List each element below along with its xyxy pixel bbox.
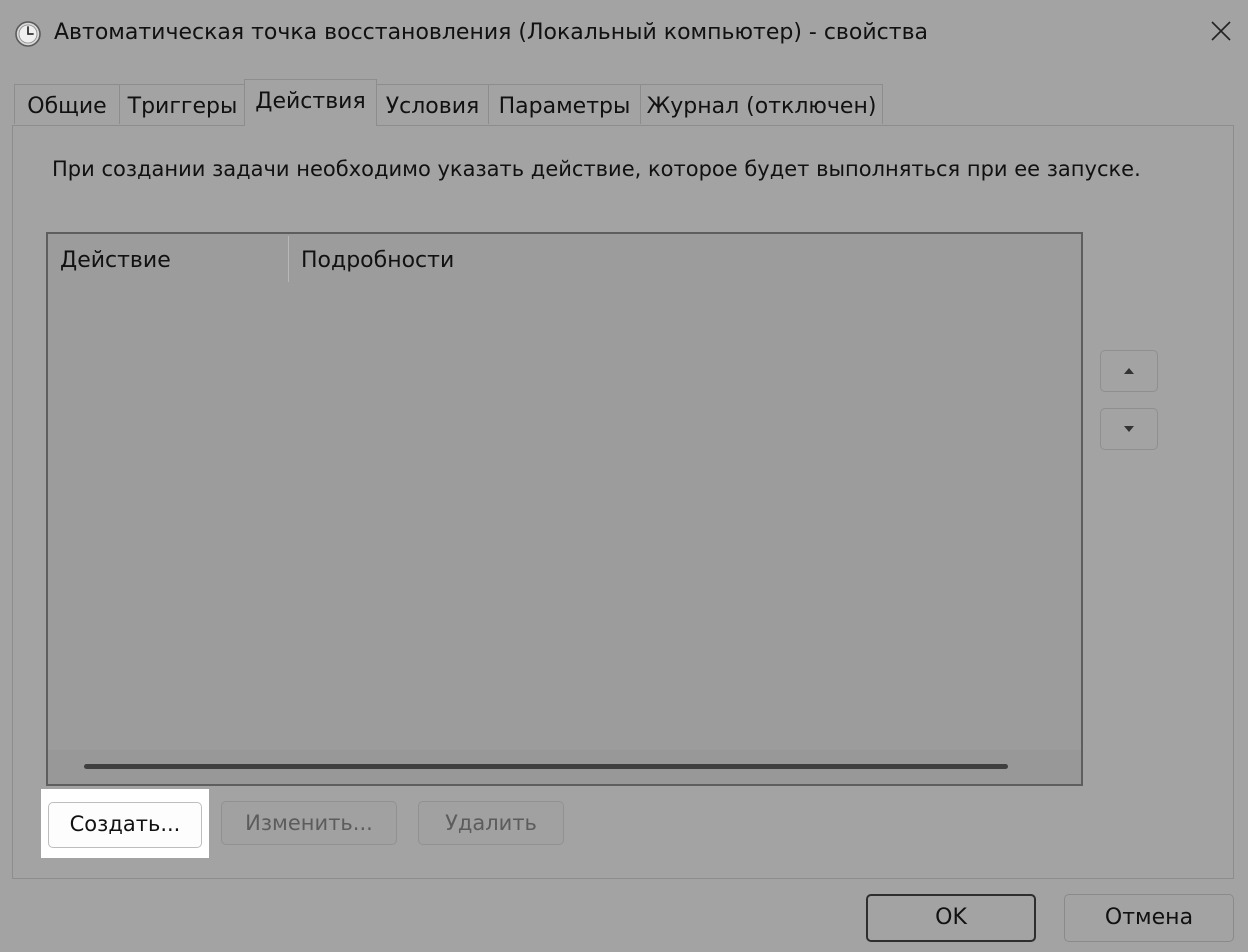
actions-list[interactable]: Действие Подробности (46, 232, 1083, 786)
tab-general[interactable]: Общие (14, 84, 120, 124)
tab-conditions[interactable]: Условия (376, 84, 489, 124)
tab-triggers[interactable]: Триггеры (119, 84, 246, 124)
scrollbar-thumb[interactable] (84, 764, 1008, 769)
actions-description: При создании задачи необходимо указать д… (52, 157, 1141, 181)
tab-history[interactable]: Журнал (отключен) (640, 84, 883, 124)
tab-actions[interactable]: Действия (244, 79, 377, 126)
move-up-button[interactable] (1100, 350, 1158, 392)
properties-dialog: Автоматическая точка восстановления (Лок… (0, 0, 1248, 952)
list-header: Действие Подробности (48, 234, 1081, 286)
ok-button[interactable]: OK (866, 894, 1036, 942)
tab-settings[interactable]: Параметры (488, 84, 641, 124)
column-header-details[interactable]: Подробности (289, 234, 1081, 284)
close-button[interactable] (1196, 8, 1246, 54)
create-action-button[interactable]: Создать... (48, 802, 202, 848)
horizontal-scrollbar[interactable] (48, 750, 1081, 784)
column-header-action[interactable]: Действие (48, 234, 288, 284)
delete-action-button[interactable]: Удалить (418, 801, 564, 845)
window-title: Автоматическая точка восстановления (Лок… (54, 20, 929, 45)
caret-up-icon (1124, 368, 1134, 374)
cancel-button[interactable]: Отмена (1064, 894, 1234, 942)
title-bar: Автоматическая точка восстановления (Лок… (0, 0, 1248, 66)
edit-action-button[interactable]: Изменить... (221, 801, 397, 845)
move-down-button[interactable] (1100, 408, 1158, 450)
clock-icon (15, 21, 41, 47)
close-icon (1211, 21, 1231, 41)
caret-down-icon (1124, 426, 1134, 432)
